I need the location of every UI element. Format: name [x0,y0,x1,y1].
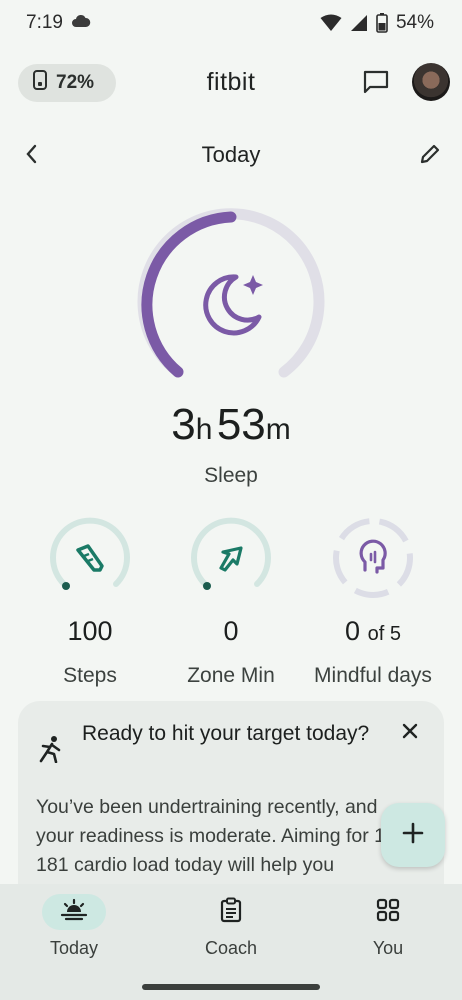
zone-minutes-label: Zone Min [187,664,275,687]
nav-today-label: Today [49,938,99,958]
mind-head-icon [359,539,387,574]
running-person-icon [38,735,64,768]
battery-icon [376,13,388,33]
app-title: fitbit [206,68,256,96]
card-body: You’ve been undertraining recently, and … [36,796,412,876]
close-icon[interactable] [400,721,420,746]
moon-icon [203,274,263,336]
signal-icon [350,14,368,32]
shoe-icon [76,544,104,572]
nav-today[interactable]: Today [14,894,134,959]
nav-coach-label: Coach [204,938,258,958]
bottom-navigation: Today Coach You [0,884,462,1000]
nav-coach[interactable]: Coach [171,894,291,959]
app-header: 72% fitbit [0,60,462,106]
sleep-minutes-unit: m [265,413,291,446]
plus-icon [402,822,424,849]
sleep-minutes: 53 [216,400,266,449]
clipboard-icon [219,897,243,928]
date-navigation: Today [0,134,462,174]
add-button[interactable] [381,803,445,867]
stat-steps[interactable]: 100 Steps [15,516,165,688]
avatar[interactable] [412,63,450,101]
mindful-days-value: 0 [345,616,361,646]
sleep-hours: 3 [171,400,196,449]
sleep-ring[interactable] [131,205,331,390]
chat-icon[interactable] [362,69,390,100]
nav-you-label: You [372,938,404,958]
home-indicator[interactable] [142,984,320,990]
stat-mindful-days[interactable]: 0 of 5 Mindful days [298,516,448,688]
wifi-icon [320,14,342,32]
card-title: Ready to hit your target today? [82,722,370,745]
grid-icon [376,898,400,927]
date-title: Today [201,142,261,167]
steps-value: 100 [67,616,113,646]
sleep-hours-unit: h [195,413,213,446]
pencil-icon[interactable] [418,142,442,171]
zone-minutes-value: 0 [223,616,239,646]
mindful-days-label: Mindful days [314,664,432,687]
status-battery: 54% [395,12,434,33]
sleep-progress-arc [141,211,237,378]
sleep-duration: 3h 53m [0,400,462,450]
cloud-icon [71,12,91,34]
status-bar: 7:19 54% [0,0,462,46]
zone-arrow-icon [219,546,243,572]
status-time: 7:19 [26,12,63,33]
stat-zone-minutes[interactable]: 0 Zone Min [156,516,306,688]
sunrise-icon [60,898,88,927]
mindful-days-suffix: of 5 [367,623,401,645]
nav-you[interactable]: You [328,894,448,959]
steps-label: Steps [63,664,117,687]
sleep-label: Sleep [204,464,258,487]
